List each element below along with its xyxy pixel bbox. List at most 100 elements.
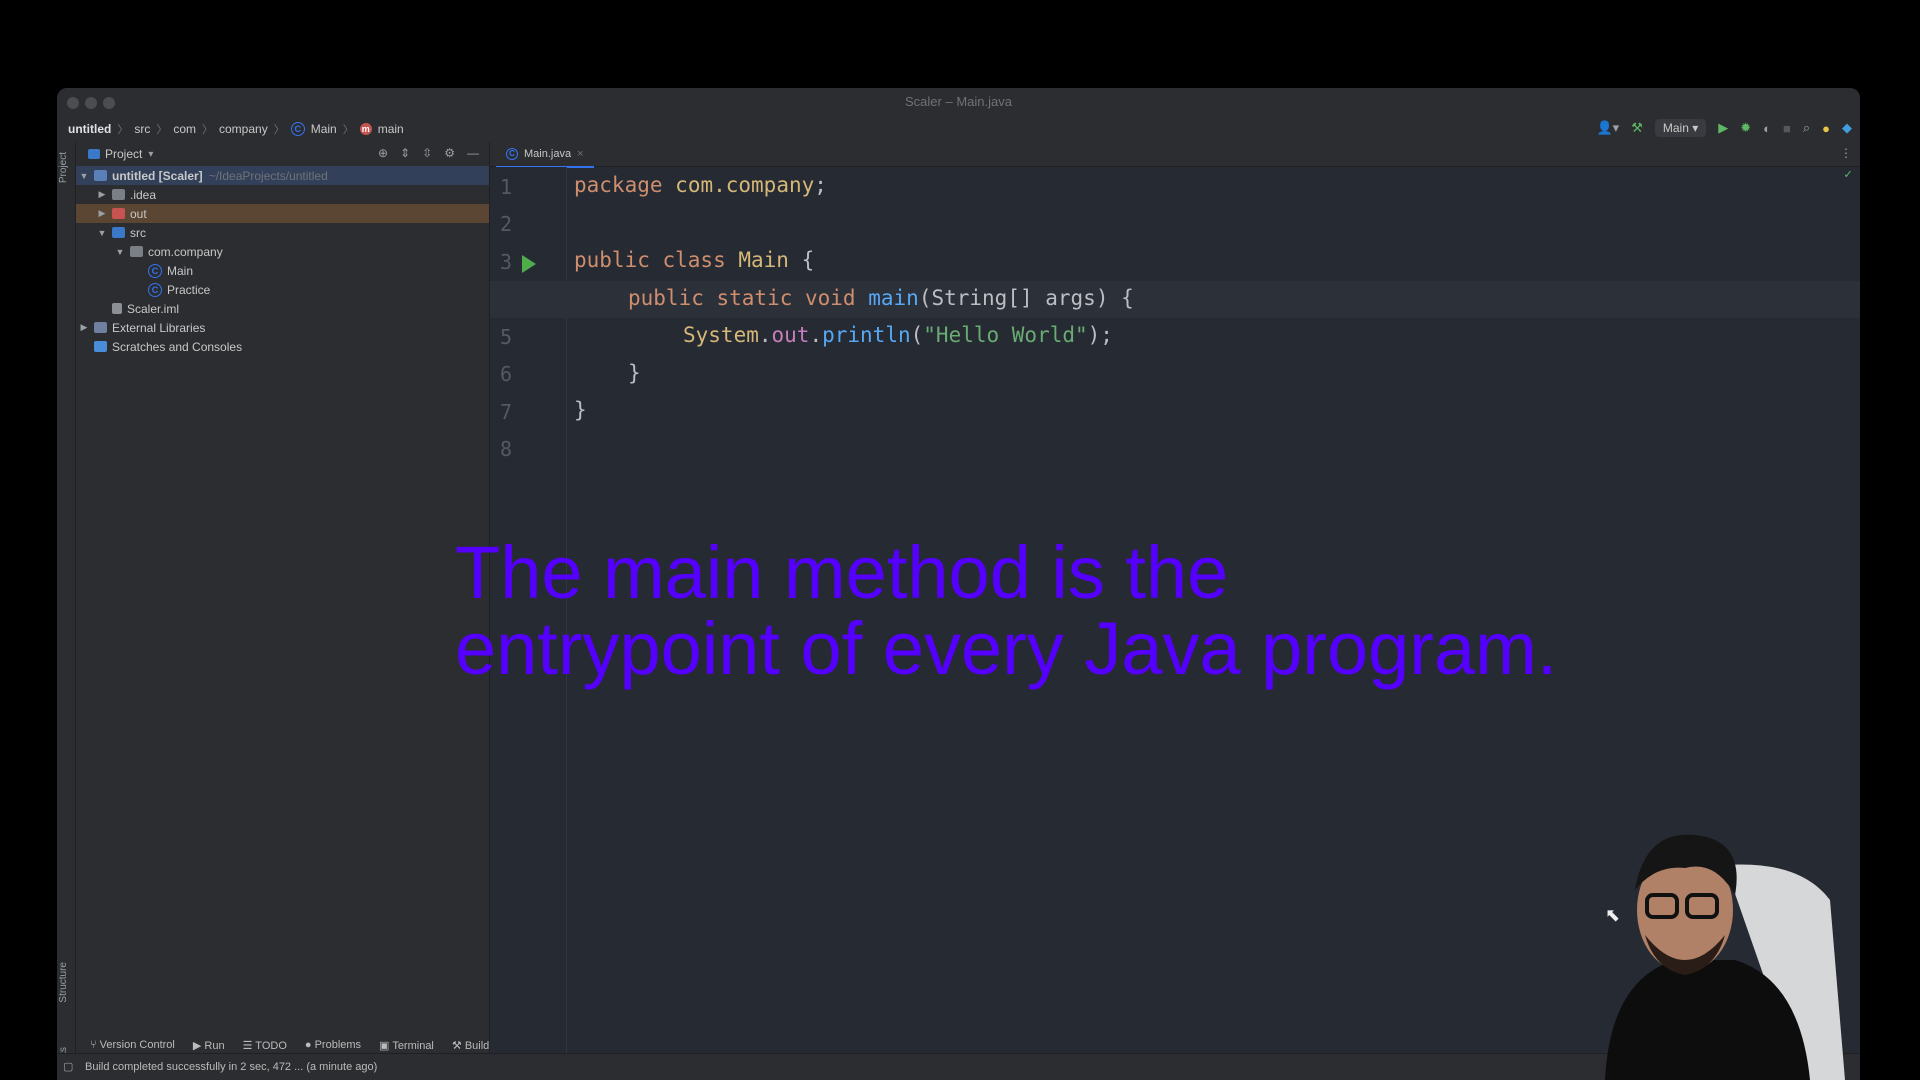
breadcrumb-item[interactable]: src: [134, 122, 150, 136]
jetbrains-logo-icon[interactable]: ◆: [1842, 120, 1852, 136]
run-class-icon[interactable]: [522, 255, 536, 273]
method-icon: m: [359, 123, 372, 135]
project-tool-button[interactable]: Project: [58, 152, 69, 183]
breadcrumb-item[interactable]: com: [173, 122, 196, 136]
tree-item-label: Practice: [167, 282, 211, 297]
main-toolbar: 👤▾ ⚒ Main ▾ ▶ ✹ ◐ ■ ⌕ ● ◆: [1596, 119, 1852, 137]
scratches-icon: [94, 341, 107, 352]
list-icon: ☰: [242, 1040, 256, 1052]
chevron-right-icon: 〉: [273, 124, 285, 136]
navigation-bar: untitled 〉 src 〉 com 〉 company 〉 C Main …: [57, 116, 1860, 142]
tree-item-iml[interactable]: Scaler.iml: [76, 299, 489, 318]
tree-item-src[interactable]: ▼ src: [76, 223, 489, 242]
locate-icon[interactable]: ⊕: [378, 146, 388, 160]
run-configuration-label: Main: [1662, 121, 1689, 135]
tool-run[interactable]: ▶ Run: [193, 1039, 225, 1052]
line-number: 8: [499, 437, 512, 461]
line-number: 7: [499, 400, 512, 424]
chevron-down-icon[interactable]: ▼: [78, 171, 90, 181]
chevron-right-icon[interactable]: ▶: [96, 189, 108, 200]
window-title: Scaler – Main.java: [905, 94, 1012, 109]
code-line-3: public class Main {: [574, 248, 815, 272]
collapse-all-icon[interactable]: ⇳: [422, 146, 432, 160]
coverage-icon[interactable]: ◐: [1763, 121, 1771, 136]
chevron-right-icon: 〉: [156, 124, 168, 136]
hide-icon[interactable]: —: [467, 146, 479, 160]
folder-view-icon: [88, 149, 100, 159]
chevron-down-icon[interactable]: ▼: [96, 228, 108, 238]
breadcrumb-item[interactable]: untitled: [68, 122, 111, 136]
run-configuration-select[interactable]: Main ▾: [1654, 119, 1707, 137]
tool-todo[interactable]: ☰ TODO: [243, 1039, 287, 1052]
tab-main-java[interactable]: C Main.java ×: [496, 142, 594, 168]
folder-icon: [112, 189, 125, 200]
chevron-right-icon[interactable]: ▶: [96, 208, 108, 219]
expand-all-icon[interactable]: ⇕: [400, 146, 410, 160]
search-icon[interactable]: ⌕: [1803, 120, 1810, 136]
project-view-select[interactable]: Project: [105, 147, 142, 161]
tool-version-control[interactable]: ⑂ Version Control: [90, 1039, 175, 1052]
more-options-icon[interactable]: ⋮: [1840, 146, 1852, 160]
line-number: 5: [499, 325, 512, 349]
tree-item-package[interactable]: ▼ com.company: [76, 242, 489, 261]
breadcrumb: untitled 〉 src 〉 com 〉 company 〉 C Main …: [68, 121, 404, 137]
tree-item-label: Main: [167, 263, 194, 278]
user-icon[interactable]: 👤▾: [1596, 120, 1619, 136]
caption-line: entrypoint of every Java program.: [455, 607, 1558, 690]
tree-item-idea[interactable]: ▶ .idea: [76, 185, 489, 204]
close-tab-icon[interactable]: ×: [577, 148, 583, 160]
warning-icon: ●: [304, 1039, 315, 1051]
tool-build[interactable]: ⚒ Build: [452, 1039, 489, 1052]
status-message[interactable]: Build completed successfully in 2 sec, 4…: [85, 1061, 377, 1073]
code-line-7: }: [574, 398, 587, 422]
tool-terminal[interactable]: ▣ Terminal: [379, 1039, 434, 1052]
editor-tabs: C Main.java × ⋮: [490, 142, 1860, 168]
tree-item-label: com.company: [148, 244, 223, 259]
tree-item-scratches[interactable]: Scratches and Consoles: [76, 337, 489, 356]
status-toggle-icon[interactable]: ▢: [63, 1060, 73, 1073]
tool-problems[interactable]: ● Problems: [305, 1039, 361, 1052]
code-line-5: System.out.println("Hello World");: [683, 323, 1113, 347]
chevron-right-icon: 〉: [342, 124, 354, 136]
inspection-ok-icon[interactable]: ✓: [1844, 167, 1852, 182]
debug-icon[interactable]: ✹: [1740, 120, 1751, 136]
excluded-folder-icon: [112, 208, 125, 219]
run-icon: ▶: [192, 1040, 205, 1052]
library-icon: [94, 322, 107, 333]
chevron-down-icon[interactable]: ▾: [148, 149, 153, 160]
presenter-webcam: [1605, 834, 1845, 1080]
tree-item-label: untitled [Scaler]: [112, 168, 203, 183]
left-tool-strip: Project Structure Bookmarks: [57, 142, 76, 1080]
caption-overlay: The main method is the entrypoint of eve…: [455, 535, 1557, 687]
tree-item-external-libraries[interactable]: ▶ External Libraries: [76, 318, 489, 337]
tree-item-main[interactable]: C Main: [76, 261, 489, 280]
chevron-right-icon[interactable]: ▶: [78, 322, 90, 333]
project-panel-header: Project ▾ ⊕ ⇕ ⇳ ⚙ —: [76, 142, 489, 166]
build-hammer-icon[interactable]: ⚒: [1631, 120, 1643, 136]
tree-item-label: Scaler.iml: [127, 301, 180, 316]
class-icon: C: [290, 122, 305, 136]
structure-tool-button[interactable]: Structure: [58, 962, 69, 1003]
update-icon[interactable]: ●: [1822, 121, 1830, 136]
breadcrumb-item[interactable]: Main: [311, 122, 337, 136]
source-folder-icon: [112, 227, 125, 238]
tree-item-practice[interactable]: C Practice: [76, 280, 489, 299]
class-icon: C: [148, 263, 162, 278]
tree-item-untitled[interactable]: ▼ untitled [Scaler] ~/IdeaProjects/untit…: [76, 166, 489, 185]
caption-line: The main method is the: [455, 531, 1229, 614]
chevron-right-icon: 〉: [202, 124, 213, 136]
terminal-icon: ▣: [379, 1040, 393, 1052]
stop-icon[interactable]: ■: [1783, 121, 1791, 136]
tree-item-label: Scratches and Consoles: [112, 339, 243, 354]
tab-label: Main.java: [524, 148, 572, 160]
tree-item-out[interactable]: ▶ out: [76, 204, 489, 223]
run-icon[interactable]: ▶: [1718, 120, 1728, 136]
breadcrumb-item[interactable]: company: [219, 122, 268, 136]
package-icon: [130, 246, 143, 257]
gear-icon[interactable]: ⚙: [444, 146, 455, 160]
project-tools: ⊕ ⇕ ⇳ ⚙ —: [378, 146, 479, 160]
class-icon: C: [148, 282, 162, 297]
chevron-down-icon[interactable]: ▼: [114, 247, 126, 257]
breadcrumb-item[interactable]: main: [378, 122, 404, 136]
tree-item-label: .idea: [130, 187, 157, 202]
